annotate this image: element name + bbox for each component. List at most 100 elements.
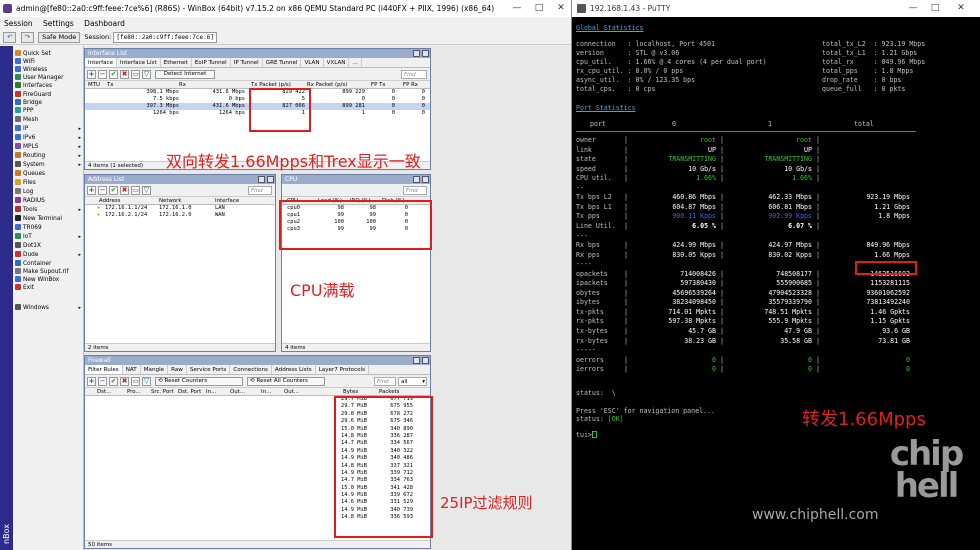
col-address[interactable]: Address	[99, 197, 120, 205]
close-icon[interactable]	[422, 176, 429, 183]
filter-icon[interactable]: ▽	[142, 377, 151, 386]
comment-icon[interactable]: ▭	[131, 377, 140, 386]
sidebar-item-ip[interactable]: IP ▸	[15, 125, 83, 133]
sidebar-item-files[interactable]: Files	[15, 179, 83, 187]
sidebar-item-mpls[interactable]: MPLS ▸	[15, 143, 83, 151]
col-rx[interactable]: Rx	[179, 81, 186, 89]
tab-vxlan[interactable]: VXLAN	[324, 58, 350, 67]
sidebar-item-wifi[interactable]: WiFi	[15, 58, 83, 66]
sidebar-item-make-supout-rif[interactable]: Make Supout.rif	[15, 268, 83, 276]
disable-icon[interactable]: ✖	[120, 70, 129, 79]
terminal-prompt[interactable]: tui>	[576, 430, 597, 439]
tab-ip-tunnel[interactable]: IP Tunnel	[231, 58, 263, 67]
sidebar-item-system[interactable]: System ▸	[15, 161, 83, 169]
sidebar-item-new-terminal[interactable]: New Terminal	[15, 215, 83, 223]
sidebar-item-ipv6[interactable]: IPv6 ▸	[15, 134, 83, 142]
remove-icon[interactable]: −	[98, 186, 107, 195]
find-input[interactable]: Find	[401, 70, 427, 79]
sidebar-item-wireless[interactable]: Wireless	[15, 66, 83, 74]
find-input[interactable]: Find	[403, 186, 427, 195]
add-icon[interactable]: +	[87, 70, 96, 79]
comment-icon[interactable]: ▭	[131, 70, 140, 79]
reset-counters-button[interactable]: ⟲ Reset Counters	[155, 377, 243, 386]
tab-connections[interactable]: Connections	[230, 365, 272, 374]
sidebar-item-log[interactable]: Log	[15, 188, 83, 196]
minimize-icon[interactable]: —	[902, 0, 924, 17]
filter-icon[interactable]: ▽	[142, 186, 151, 195]
redo-icon[interactable]: ↷	[20, 31, 34, 43]
menu-session[interactable]: Session	[4, 19, 33, 28]
sidebar-item-container[interactable]: Container	[15, 260, 83, 268]
enable-icon[interactable]: ✔	[109, 186, 118, 195]
close-icon[interactable]: ✕	[950, 0, 972, 17]
sidebar-item-quick-set[interactable]: Quick Set	[15, 50, 83, 58]
sidebar-item-tools[interactable]: Tools ▸	[15, 206, 83, 214]
sidebar-item-iot[interactable]: IoT ▸	[15, 233, 83, 241]
menu-dashboard[interactable]: Dashboard	[84, 19, 125, 28]
sidebar-item-dude[interactable]: Dude ▸	[15, 251, 83, 259]
session-field[interactable]: [fe80::2a0:c9ff:feee:7ce:6]	[113, 31, 217, 43]
safe-mode-button[interactable]: Safe Mode	[38, 31, 81, 43]
comment-icon[interactable]: ▭	[131, 186, 140, 195]
filter-icon[interactable]: ▽	[142, 70, 151, 79]
sidebar-item-ppp[interactable]: PPP	[15, 107, 83, 115]
col-interface[interactable]: Interface	[215, 197, 239, 205]
col-dst-port[interactable]: Dst. Port	[178, 388, 201, 396]
tab-layer7-protocols[interactable]: Layer7 Protocols	[316, 365, 370, 374]
filter-select[interactable]: all ▾	[398, 377, 427, 386]
enable-icon[interactable]: ✔	[109, 70, 118, 79]
col-fp-tx[interactable]: FP Tx	[371, 81, 386, 89]
add-icon[interactable]: +	[87, 377, 96, 386]
menu-settings[interactable]: Settings	[43, 19, 74, 28]
tab-vlan[interactable]: VLAN	[301, 58, 324, 67]
col-mtu[interactable]: MTU	[88, 81, 100, 89]
restore-icon[interactable]	[413, 357, 420, 364]
tab-service-ports[interactable]: Service Ports	[187, 365, 231, 374]
col-fp-rx[interactable]: FP Rx	[403, 81, 418, 89]
col-tx[interactable]: Tx	[107, 81, 113, 89]
close-icon[interactable]	[422, 357, 429, 364]
tab-nat[interactable]: NAT	[123, 365, 141, 374]
tab--[interactable]: ...	[349, 58, 362, 67]
sidebar-item-interfaces[interactable]: Interfaces	[15, 82, 83, 90]
tab-interface-list[interactable]: Interface List	[117, 58, 161, 67]
reset-all-counters-button[interactable]: ⟲ Reset All Counters	[247, 377, 325, 386]
detect-internet-button[interactable]: Detect Internet	[155, 70, 215, 79]
maximize-icon[interactable]: □	[528, 0, 550, 17]
tab-ethernet[interactable]: Ethernet	[161, 58, 192, 67]
find-input[interactable]: Find	[374, 377, 396, 386]
close-icon[interactable]	[267, 176, 274, 183]
close-icon[interactable]	[422, 50, 429, 57]
col-src-port[interactable]: Src. Port	[151, 388, 174, 396]
minimize-icon[interactable]: —	[506, 0, 528, 17]
disable-icon[interactable]: ✖	[120, 186, 129, 195]
col-packets[interactable]: Packets	[379, 388, 399, 396]
col-in-[interactable]: In...	[261, 388, 271, 396]
tab-raw[interactable]: Raw	[168, 365, 187, 374]
table-row[interactable]: ✚ 172.16.1.1/24 172.16.1.0 LAN	[85, 205, 275, 212]
disable-icon[interactable]: ✖	[120, 377, 129, 386]
sidebar-item-queues[interactable]: Queues	[15, 170, 83, 178]
col-network[interactable]: Network	[159, 197, 182, 205]
sidebar-item-tr069[interactable]: TR069	[15, 224, 83, 232]
restore-icon[interactable]	[258, 176, 265, 183]
tab-mangle[interactable]: Mangle	[141, 365, 169, 374]
sidebar-item-radius[interactable]: RADIUS	[15, 197, 83, 205]
sidebar-item-fireguard[interactable]: FireGuard	[15, 91, 83, 99]
tab-gre-tunnel[interactable]: GRE Tunnel	[263, 58, 302, 67]
col-out-[interactable]: Out...	[230, 388, 245, 396]
table-row[interactable]: ✚ 172.16.2.1/24 172.16.2.0 WAN	[85, 212, 275, 219]
restore-icon[interactable]	[413, 176, 420, 183]
sidebar-item-exit[interactable]: Exit	[15, 284, 83, 292]
undo-icon[interactable]: ↶	[3, 31, 17, 43]
tab-interface[interactable]: Interface	[85, 58, 118, 67]
sidebar-item-new-winbox[interactable]: New WinBox	[15, 276, 83, 284]
maximize-icon[interactable]: □	[924, 0, 946, 17]
enable-icon[interactable]: ✔	[109, 377, 118, 386]
col-out-[interactable]: Out...	[284, 388, 299, 396]
sidebar-item-dot1x[interactable]: Dot1X	[15, 242, 83, 250]
col-rx-packet[interactable]: Rx Packet (p/s)	[307, 81, 347, 89]
col-pro-[interactable]: Pro...	[127, 388, 141, 396]
restore-icon[interactable]	[413, 50, 420, 57]
sidebar-item-user-manager[interactable]: User Manager	[15, 74, 83, 82]
